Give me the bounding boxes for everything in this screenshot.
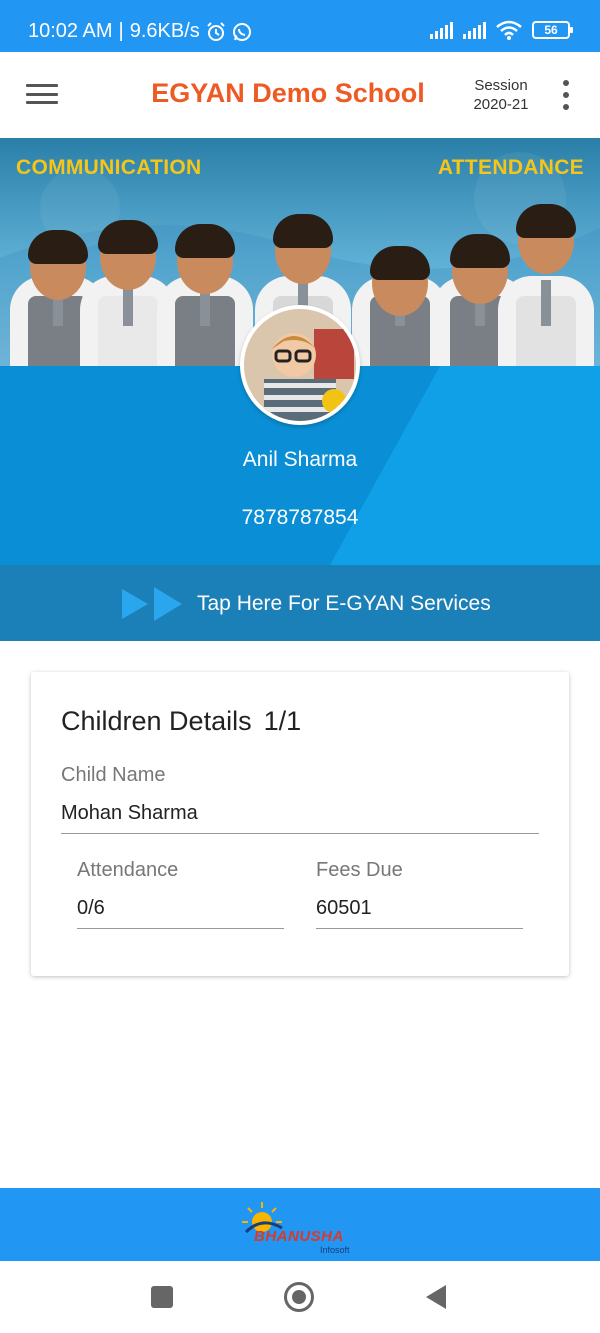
logo-subtext: Infosoft [320, 1245, 350, 1255]
company-logo: BHANUSHA Infosoft [236, 1196, 366, 1255]
attendance-label: Attendance [77, 859, 179, 881]
children-details-title: Children Details 1/1 [61, 706, 301, 737]
banner-attendance-label: ATTENDANCE [437, 156, 584, 179]
profile-name: Anil Sharma [242, 448, 358, 471]
fees-due-value: 60501 [316, 897, 372, 919]
status-time: 10:02 AM [28, 20, 113, 42]
session-label: Session [474, 77, 528, 94]
menu-icon[interactable] [26, 80, 58, 108]
children-details-card[interactable]: Children Details 1/1 Child Name Mohan Sha… [31, 672, 569, 976]
play-arrows-icon [122, 587, 182, 621]
banner-communication-label: COMMUNICATION [16, 156, 202, 179]
children-title-text: Children Details [61, 706, 252, 736]
whatsapp-icon [232, 22, 251, 41]
avatar[interactable] [240, 305, 360, 425]
student-figure [496, 186, 596, 366]
session-value: 2020-21 [473, 96, 529, 113]
children-count: 1/1 [263, 706, 302, 736]
wifi-icon [496, 20, 522, 40]
child-name-label: Child Name [61, 764, 166, 786]
avatar-image [244, 309, 356, 421]
child-name-value: Mohan Sharma [61, 802, 198, 824]
recent-apps-icon[interactable] [151, 1286, 173, 1308]
session-info: Session 2020-21 [466, 76, 536, 114]
footer: BHANUSHA Infosoft [0, 1188, 600, 1261]
status-right: 56 [430, 20, 573, 40]
logo-text: BHANUSHA [254, 1228, 344, 1245]
attendance-value: 0/6 [77, 897, 105, 919]
status-left: 10:02 AM | 9.6KB/s [28, 20, 252, 43]
app-title: EGYAN Demo School [151, 78, 425, 108]
status-separator: | [118, 20, 124, 42]
back-icon[interactable] [426, 1285, 446, 1309]
system-nav-bar [0, 1261, 600, 1333]
more-options-icon[interactable] [556, 80, 576, 110]
fees-due-underline [316, 928, 523, 929]
fees-due-label: Fees Due [316, 859, 403, 881]
child-name-underline [61, 833, 539, 834]
battery-level: 56 [544, 23, 558, 37]
services-label: Tap Here For E-GYAN Services [197, 592, 491, 615]
attendance-underline [77, 928, 284, 929]
battery-icon: 56 [532, 21, 573, 39]
status-bar: 10:02 AM | 9.6KB/s 56 [0, 0, 600, 52]
alarm-icon [207, 21, 225, 41]
home-icon[interactable] [284, 1282, 314, 1312]
signal-icon [430, 21, 453, 39]
signal-icon [463, 21, 486, 39]
status-speed: 9.6KB/s [129, 20, 200, 42]
app-bar: EGYAN Demo School Session 2020-21 [0, 52, 600, 138]
services-button[interactable]: Tap Here For E-GYAN Services [0, 565, 600, 641]
profile-phone: 7878787854 [241, 506, 359, 529]
